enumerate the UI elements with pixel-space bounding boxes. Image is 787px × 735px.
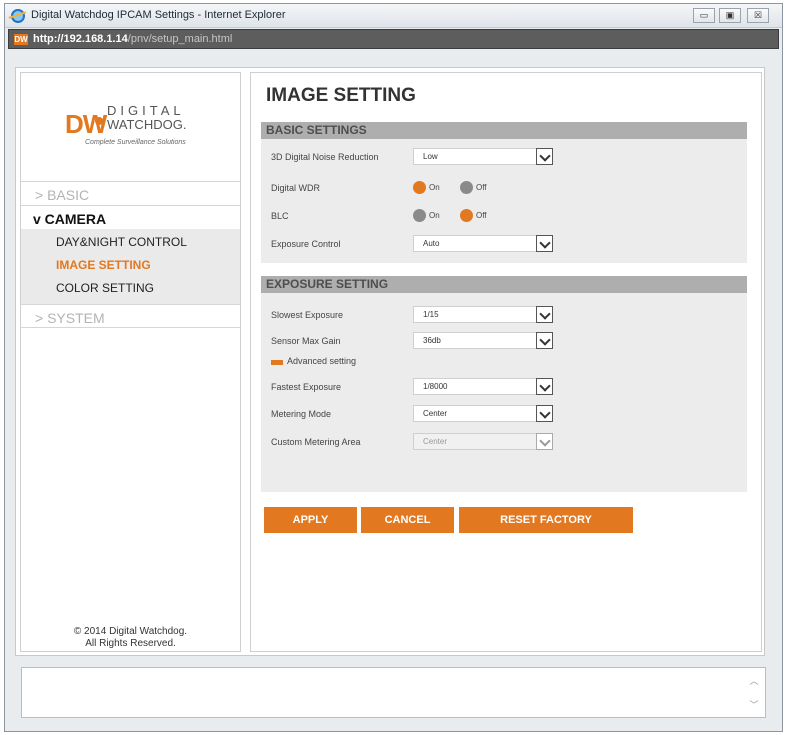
nav-system[interactable]: > SYSTEM bbox=[21, 304, 240, 328]
chevron-down-icon bbox=[536, 433, 553, 450]
wdr-off-radio[interactable] bbox=[460, 181, 473, 194]
copyright-line-1: © 2014 Digital Watchdog. bbox=[73, 626, 188, 637]
logo-tagline: Complete Surveillance Solutions bbox=[85, 139, 186, 146]
exposure-control-value: Auto bbox=[423, 239, 440, 248]
logo-line-1: DIGITAL bbox=[107, 103, 185, 118]
sidebar: DW DIGITAL WATCHDOG. Complete Surveillan… bbox=[20, 72, 241, 652]
reset-factory-button[interactable]: RESET FACTORY bbox=[459, 507, 633, 533]
nav-color-setting[interactable]: COLOR SETTING bbox=[56, 281, 154, 295]
custom-metering-area-select: Center bbox=[413, 433, 553, 450]
wdr-off-label: Off bbox=[476, 183, 487, 192]
internet-explorer-icon bbox=[11, 9, 25, 23]
basic-settings-section: BASIC SETTINGS 3D Digital Noise Reductio… bbox=[261, 122, 747, 263]
custom-metering-area-row: Custom Metering Area Center bbox=[261, 433, 747, 453]
metering-mode-row: Metering Mode Center bbox=[261, 405, 747, 425]
noise-reduction-row: 3D Digital Noise Reduction Low bbox=[261, 148, 747, 168]
address-path: /pnv/setup_main.html bbox=[127, 33, 233, 45]
exposure-setting-header: EXPOSURE SETTING bbox=[261, 276, 747, 293]
sensor-max-gain-label: Sensor Max Gain bbox=[271, 336, 341, 346]
metering-mode-select[interactable]: Center bbox=[413, 405, 553, 422]
slowest-exposure-select[interactable]: 1/15 bbox=[413, 306, 553, 323]
nav-camera[interactable]: v CAMERA bbox=[21, 205, 240, 229]
blc-row: BLC On Off bbox=[261, 207, 747, 227]
main-panel: IMAGE SETTING BASIC SETTINGS 3D Digital … bbox=[250, 72, 762, 652]
address-host: http://192.168.1.14 bbox=[33, 33, 128, 45]
nav-basic[interactable]: > BASIC bbox=[21, 181, 240, 205]
fastest-exposure-row: Fastest Exposure 1/8000 bbox=[261, 378, 747, 398]
blc-off-label: Off bbox=[476, 211, 487, 220]
title-bar: Digital Watchdog IPCAM Settings - Intern… bbox=[5, 4, 782, 28]
wdr-on-radio[interactable] bbox=[413, 181, 426, 194]
slowest-exposure-row: Slowest Exposure 1/15 bbox=[261, 306, 747, 326]
metering-mode-value: Center bbox=[423, 409, 448, 418]
close-button[interactable]: ☒ bbox=[747, 8, 769, 23]
custom-metering-area-value: Center bbox=[423, 437, 448, 446]
chevron-down-icon[interactable] bbox=[536, 235, 553, 252]
noise-reduction-label: 3D Digital Noise Reduction bbox=[271, 152, 379, 162]
chevron-down-icon[interactable] bbox=[536, 378, 553, 395]
exposure-control-row: Exposure Control Auto bbox=[261, 235, 747, 255]
fastest-exposure-value: 1/8000 bbox=[423, 382, 448, 391]
digital-wdr-row: Digital WDR On Off bbox=[261, 179, 747, 199]
noise-reduction-select[interactable]: Low bbox=[413, 148, 553, 165]
chevron-down-icon[interactable] bbox=[536, 405, 553, 422]
minimize-button[interactable]: ▭ bbox=[693, 8, 715, 23]
page-frame: DW DIGITAL WATCHDOG. Complete Surveillan… bbox=[15, 67, 765, 656]
chevron-down-icon[interactable] bbox=[536, 306, 553, 323]
window-title: Digital Watchdog IPCAM Settings - Intern… bbox=[31, 9, 286, 21]
cancel-button[interactable]: CANCEL bbox=[361, 507, 454, 533]
sensor-max-gain-row: Sensor Max Gain 36db bbox=[261, 332, 747, 352]
blc-on-label: On bbox=[429, 211, 440, 220]
blc-on-radio[interactable] bbox=[413, 209, 426, 222]
scroll-up-icon[interactable]: ︿ bbox=[749, 676, 759, 686]
metering-mode-label: Metering Mode bbox=[271, 409, 332, 419]
basic-settings-header: BASIC SETTINGS bbox=[261, 122, 747, 139]
copyright-line-2: All Rights Reserved. bbox=[85, 638, 176, 649]
address-bar[interactable]: DW http://192.168.1.14/pnv/setup_main.ht… bbox=[8, 29, 779, 49]
noise-reduction-value: Low bbox=[423, 152, 438, 161]
bottom-text-area[interactable]: ︿ ﹀ bbox=[21, 667, 766, 718]
digital-watchdog-logo: DW DIGITAL WATCHDOG. Complete Surveillan… bbox=[65, 103, 215, 153]
exposure-control-label: Exposure Control bbox=[271, 239, 341, 249]
dw-site-icon: DW bbox=[14, 34, 28, 45]
sensor-max-gain-select[interactable]: 36db bbox=[413, 332, 553, 349]
nav-basic-label: > BASIC bbox=[35, 187, 90, 203]
page-title: IMAGE SETTING bbox=[266, 85, 416, 106]
address-url[interactable]: http://192.168.1.14/pnv/setup_main.html bbox=[33, 33, 232, 45]
blc-off-radio[interactable] bbox=[460, 209, 473, 222]
advanced-setting-label: Advanced setting bbox=[287, 356, 357, 366]
fastest-exposure-label: Fastest Exposure bbox=[271, 382, 342, 392]
logo-dot-icon bbox=[95, 117, 103, 125]
nav-image-setting[interactable]: IMAGE SETTING bbox=[56, 258, 151, 272]
copyright: © 2014 Digital Watchdog. All Rights Rese… bbox=[21, 626, 240, 650]
nav-system-label: > SYSTEM bbox=[35, 310, 105, 326]
logo-line-2: WATCHDOG. bbox=[107, 117, 187, 132]
exposure-control-select[interactable]: Auto bbox=[413, 235, 553, 252]
chevron-down-icon[interactable] bbox=[536, 332, 553, 349]
custom-metering-area-label: Custom Metering Area bbox=[271, 437, 361, 447]
maximize-button[interactable]: ▣ bbox=[719, 8, 741, 23]
scroll-down-icon[interactable]: ﹀ bbox=[749, 700, 759, 710]
nav-camera-label: v CAMERA bbox=[33, 211, 107, 227]
wdr-on-label: On bbox=[429, 183, 440, 192]
sensor-max-gain-value: 36db bbox=[423, 336, 441, 345]
camera-submenu: DAY&NIGHT CONTROL IMAGE SETTING COLOR SE… bbox=[21, 229, 240, 304]
slowest-exposure-label: Slowest Exposure bbox=[271, 310, 344, 320]
chevron-down-icon[interactable] bbox=[536, 148, 553, 165]
slowest-exposure-value: 1/15 bbox=[423, 310, 439, 319]
exposure-setting-section: EXPOSURE SETTING Slowest Exposure 1/15 S… bbox=[261, 276, 747, 492]
fastest-exposure-select[interactable]: 1/8000 bbox=[413, 378, 553, 395]
nav-day-night-control[interactable]: DAY&NIGHT CONTROL bbox=[56, 235, 187, 249]
digital-wdr-label: Digital WDR bbox=[271, 183, 321, 193]
apply-button[interactable]: APPLY bbox=[264, 507, 357, 533]
collapse-minus-icon[interactable] bbox=[271, 360, 283, 365]
blc-label: BLC bbox=[271, 211, 289, 221]
